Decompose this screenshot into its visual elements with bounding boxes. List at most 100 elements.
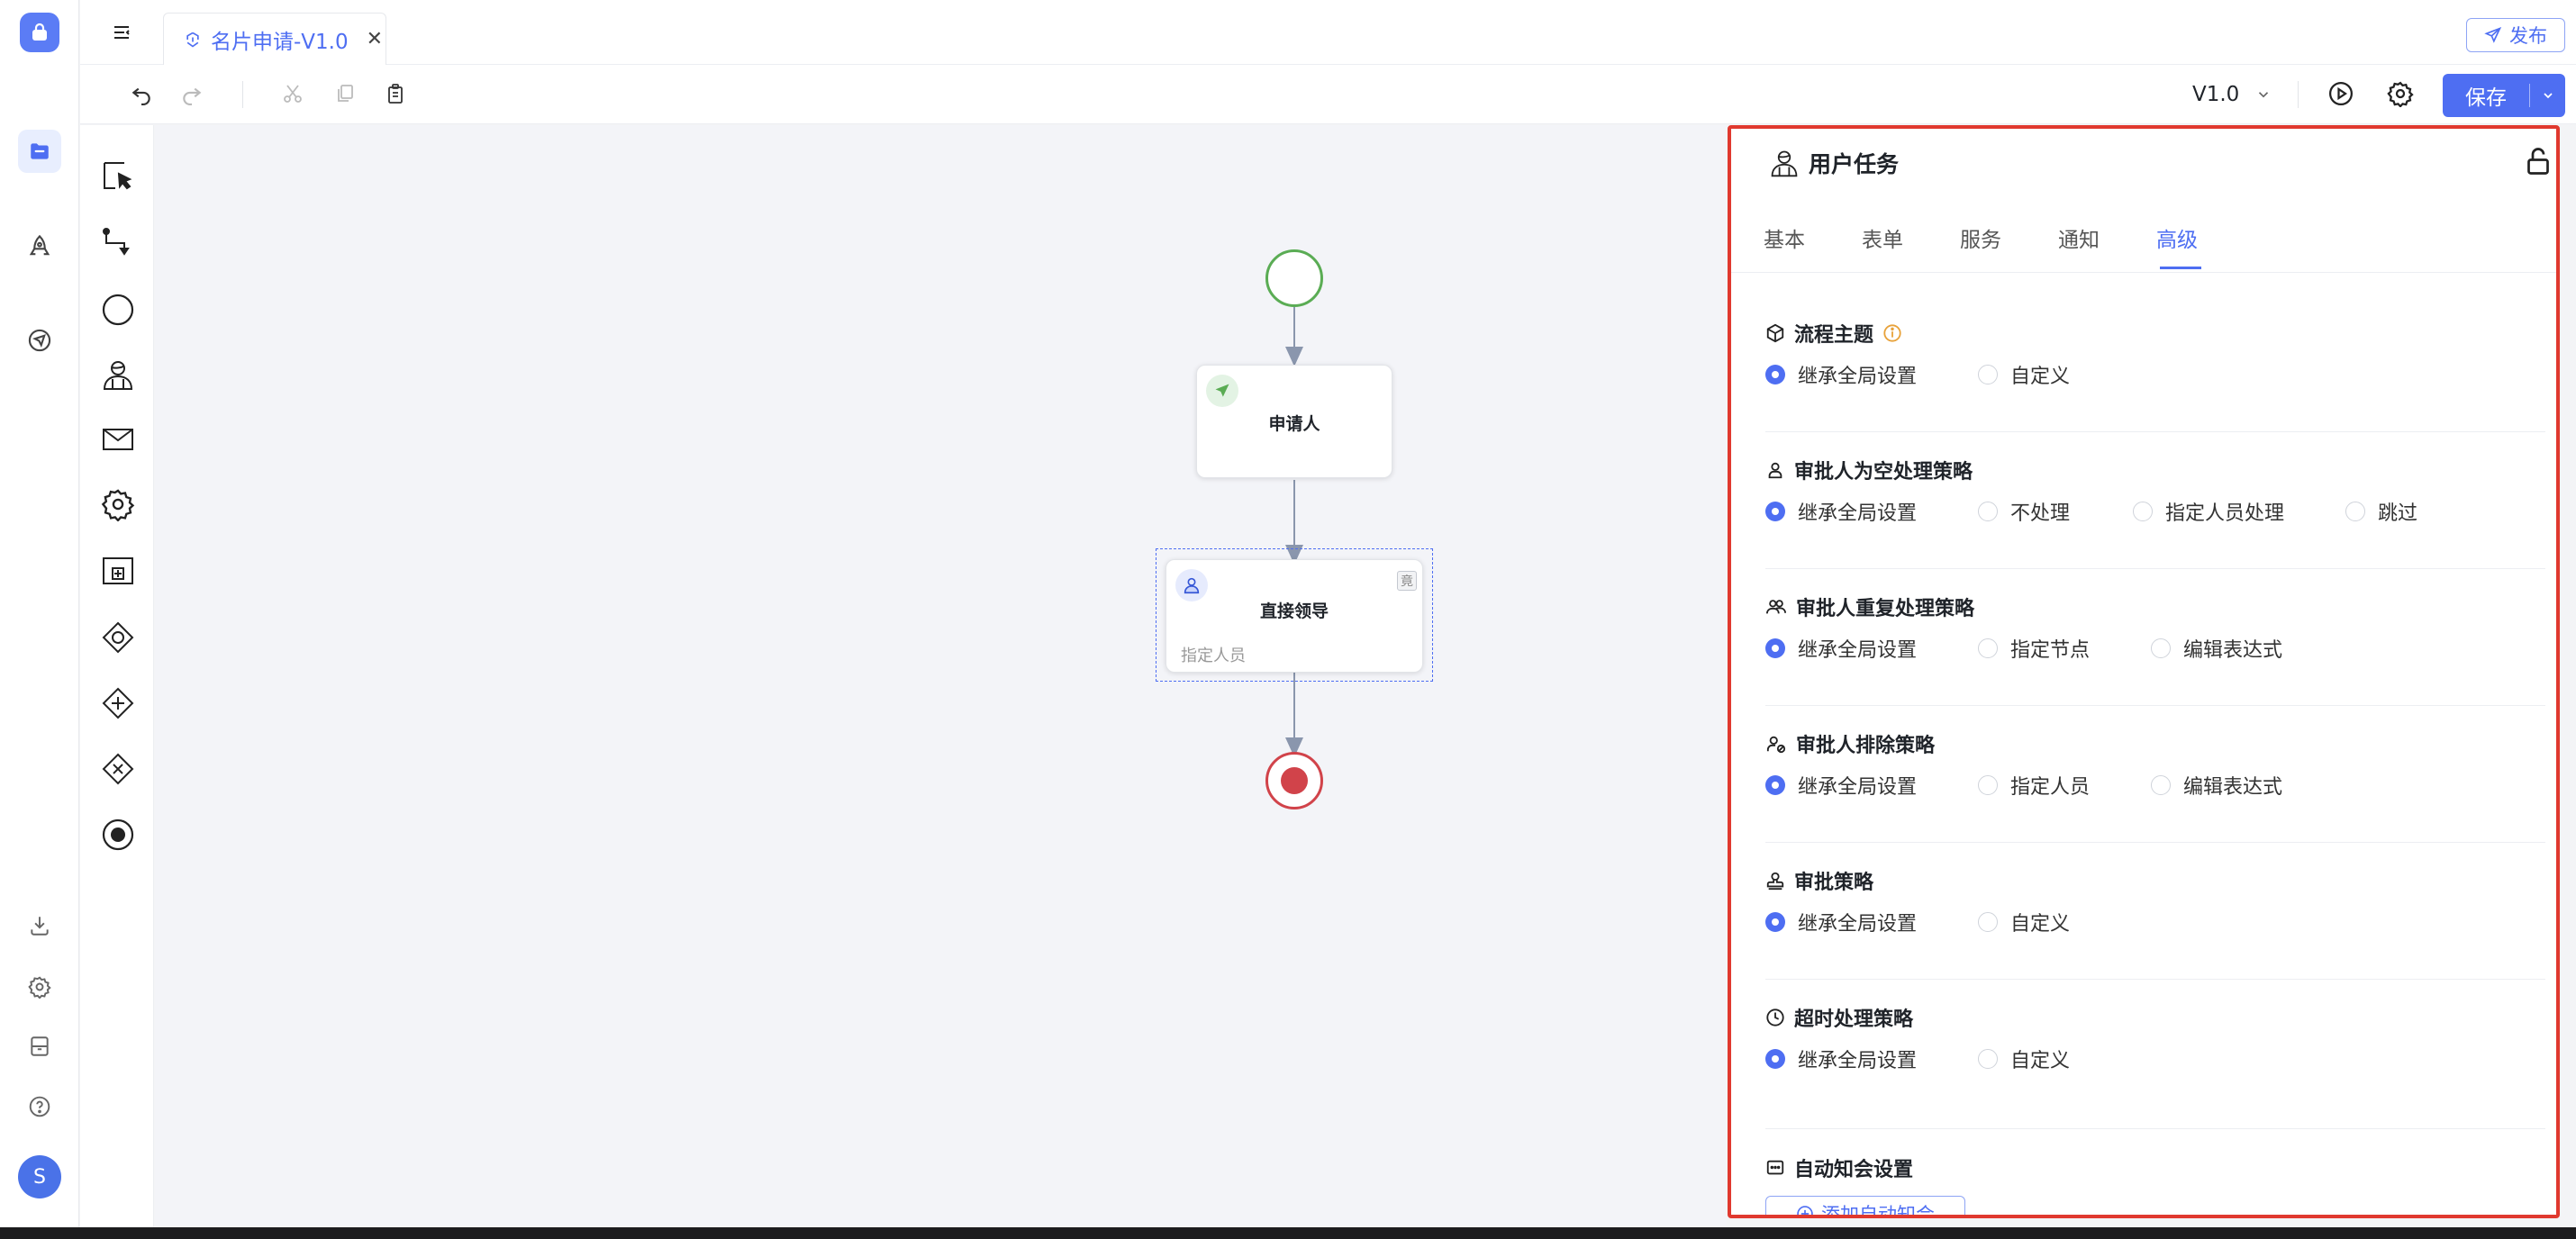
section-title-text: 超时处理策略 xyxy=(1794,1008,1914,1031)
section-approval-strategy: 审批策略 继承全局设置 自定义 xyxy=(1765,866,2545,980)
radio-option[interactable]: 指定人员 xyxy=(1978,771,2151,800)
radio-option[interactable]: 继承全局设置 xyxy=(1765,1045,1978,1073)
cut-icon[interactable] xyxy=(277,77,309,110)
properties-panel: 用户任务 基本 表单 服务 通知 高级 流程主题 继承全局设置 自定义 审批人为… xyxy=(1728,125,2560,1218)
copy-icon[interactable] xyxy=(329,77,361,110)
subprocess-icon[interactable] xyxy=(99,552,137,590)
menu-toggle-icon[interactable] xyxy=(107,18,136,47)
user-avatar[interactable]: S xyxy=(18,1155,61,1198)
radio-option[interactable]: 编辑表达式 xyxy=(2151,771,2282,800)
tab-service[interactable]: 服务 xyxy=(1960,222,2001,253)
save-dropdown-icon[interactable] xyxy=(2530,88,2565,103)
radio-unchecked[interactable] xyxy=(1978,775,1998,795)
rail-folder-icon[interactable] xyxy=(18,130,61,173)
radio-label: 指定人员 xyxy=(2010,776,2091,799)
gateway-icon[interactable] xyxy=(99,619,137,656)
rail-help-icon[interactable] xyxy=(18,1085,61,1128)
applicant-node[interactable]: 申请人 xyxy=(1196,365,1392,478)
radio-checked[interactable] xyxy=(1765,1049,1785,1069)
save-label: 保存 xyxy=(2465,86,2507,110)
save-button[interactable]: 保存 xyxy=(2443,74,2565,117)
radio-option[interactable]: 指定人员处理 xyxy=(2133,497,2345,526)
version-select[interactable]: V1.0 xyxy=(2192,79,2272,110)
radio-unchecked[interactable] xyxy=(2133,502,2153,521)
stamp-icon xyxy=(1765,871,1785,891)
radio-option[interactable]: 继承全局设置 xyxy=(1765,634,1978,663)
radio-checked[interactable] xyxy=(1765,365,1785,384)
user-task-icon[interactable] xyxy=(99,356,137,393)
info-icon[interactable] xyxy=(1882,323,1902,343)
exclusive-gateway-icon[interactable] xyxy=(99,750,137,788)
direct-leader-node[interactable]: 竟 直接领导 指定人员 xyxy=(1166,559,1423,673)
add-auto-notify-button[interactable]: 添加自动知会 xyxy=(1765,1196,1965,1215)
radio-unchecked[interactable] xyxy=(1978,502,1998,521)
section-title-text: 流程主题 xyxy=(1794,324,1874,347)
radio-option[interactable]: 自定义 xyxy=(1978,1045,2070,1073)
publish-button[interactable]: 发布 xyxy=(2466,18,2565,52)
redo-icon[interactable] xyxy=(176,77,208,110)
close-tab-icon[interactable]: ✕ xyxy=(367,28,383,50)
play-preview-icon[interactable] xyxy=(2325,77,2357,110)
radio-group: 继承全局设置 不处理 指定人员处理 跳过 xyxy=(1765,497,2417,526)
undo-icon[interactable] xyxy=(125,77,158,110)
radio-option[interactable]: 自定义 xyxy=(1978,908,2070,936)
radio-option[interactable]: 继承全局设置 xyxy=(1765,908,1978,936)
bottom-strip xyxy=(0,1227,2576,1239)
publish-icon xyxy=(2484,26,2502,44)
end-event-icon[interactable] xyxy=(99,816,137,854)
radio-checked[interactable] xyxy=(1765,638,1785,658)
radio-checked[interactable] xyxy=(1765,775,1785,795)
radio-unchecked[interactable] xyxy=(1978,912,1998,932)
radio-option[interactable]: 自定义 xyxy=(1978,360,2070,389)
tab-form[interactable]: 表单 xyxy=(1862,222,1903,253)
radio-unchecked[interactable] xyxy=(1978,365,1998,384)
radio-option[interactable]: 编辑表达式 xyxy=(2151,634,2282,663)
people-icon xyxy=(1765,597,1787,617)
radio-group: 继承全局设置 自定义 xyxy=(1765,1045,2070,1073)
person-icon xyxy=(1765,460,1785,480)
publish-label: 发布 xyxy=(2509,25,2547,47)
start-event-icon[interactable] xyxy=(99,291,137,329)
parallel-gateway-icon[interactable] xyxy=(99,684,137,722)
radio-option[interactable]: 指定节点 xyxy=(1978,634,2151,663)
rail-archive-icon[interactable] xyxy=(18,1025,61,1068)
start-event-node[interactable] xyxy=(1265,249,1323,307)
message-task-icon[interactable] xyxy=(99,421,137,458)
rail-settings-icon[interactable] xyxy=(18,965,61,1008)
radio-option[interactable]: 跳过 xyxy=(2345,497,2417,526)
rail-download-icon[interactable] xyxy=(18,904,61,947)
tab-advanced[interactable]: 高级 xyxy=(2156,222,2198,253)
document-tab[interactable]: 名片申请-V1.0 ✕ xyxy=(163,13,386,65)
paste-icon[interactable] xyxy=(379,77,412,110)
panel-title-text: 用户任务 xyxy=(1809,151,1900,177)
radio-checked[interactable] xyxy=(1765,912,1785,932)
radio-option[interactable]: 继承全局设置 xyxy=(1765,497,1978,526)
process-canvas[interactable]: 申请人 竟 直接领导 指定人员 xyxy=(155,125,1727,1239)
connect-tool-icon[interactable] xyxy=(99,224,137,262)
select-tool-icon[interactable] xyxy=(99,158,137,195)
rail-rocket-icon[interactable] xyxy=(18,225,61,268)
radio-unchecked[interactable] xyxy=(1978,1049,1998,1069)
section-title-text: 审批人排除策略 xyxy=(1796,735,1936,757)
end-event-node[interactable] xyxy=(1265,752,1323,809)
unlock-icon[interactable] xyxy=(2522,145,2554,177)
radio-option[interactable]: 继承全局设置 xyxy=(1765,360,1978,389)
service-task-icon[interactable] xyxy=(99,485,137,523)
node-badge: 竟 xyxy=(1397,571,1417,591)
section-title: 审批人重复处理策略 xyxy=(1765,592,1974,621)
radio-unchecked[interactable] xyxy=(2345,502,2365,521)
radio-unchecked[interactable] xyxy=(2151,775,2171,795)
radio-checked[interactable] xyxy=(1765,502,1785,521)
send-icon xyxy=(1206,375,1238,407)
radio-unchecked[interactable] xyxy=(2151,638,2171,658)
radio-option[interactable]: 不处理 xyxy=(1978,497,2133,526)
tab-notification[interactable]: 通知 xyxy=(2058,222,2100,253)
radio-option[interactable]: 继承全局设置 xyxy=(1765,771,1978,800)
radio-label: 指定节点 xyxy=(2010,639,2091,662)
app-logo[interactable] xyxy=(20,13,59,52)
settings-gear-icon[interactable] xyxy=(2384,77,2417,110)
rail-send-icon[interactable] xyxy=(18,319,61,362)
tab-basic[interactable]: 基本 xyxy=(1764,222,1805,253)
section-title: 超时处理策略 xyxy=(1765,1003,1913,1032)
radio-unchecked[interactable] xyxy=(1978,638,1998,658)
